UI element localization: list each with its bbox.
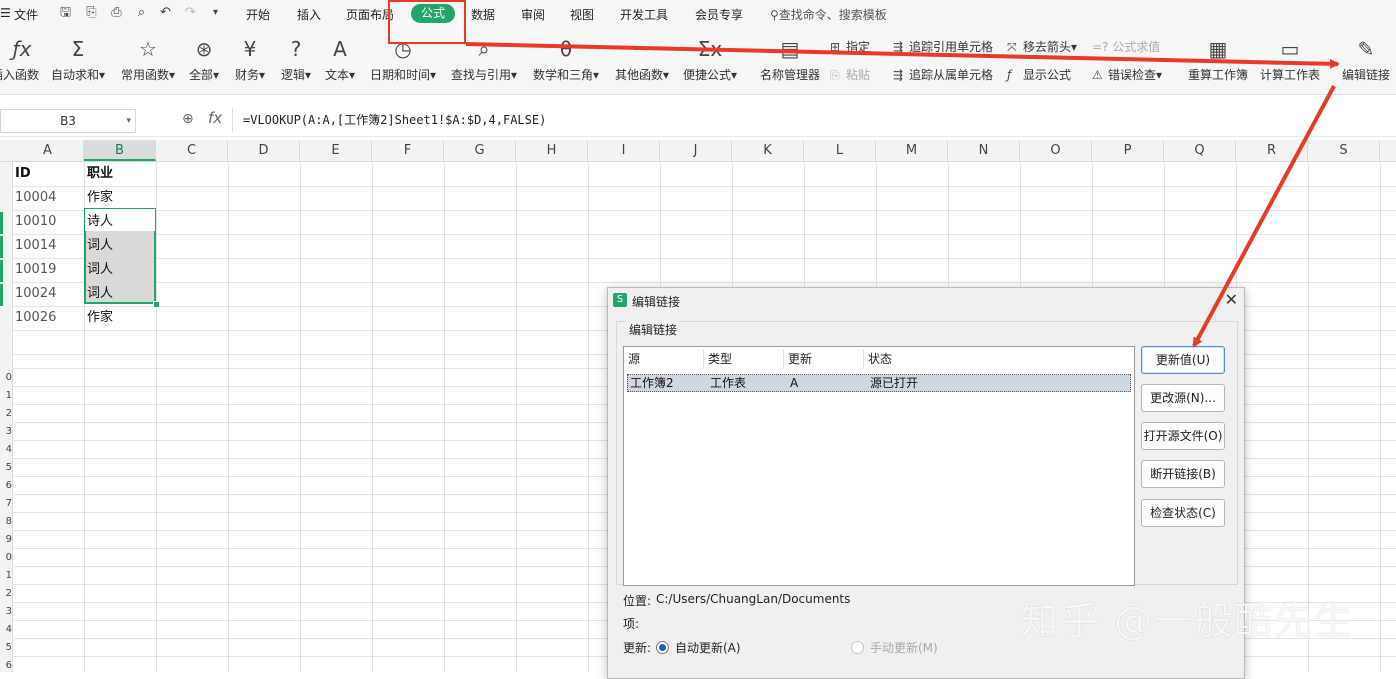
watermark: 知乎 @一般酷先生 xyxy=(1020,599,1355,643)
annotation-arrows xyxy=(465,42,1340,348)
arrow-to-update-button xyxy=(1192,85,1336,348)
arrow-to-edit-links xyxy=(465,42,1340,69)
